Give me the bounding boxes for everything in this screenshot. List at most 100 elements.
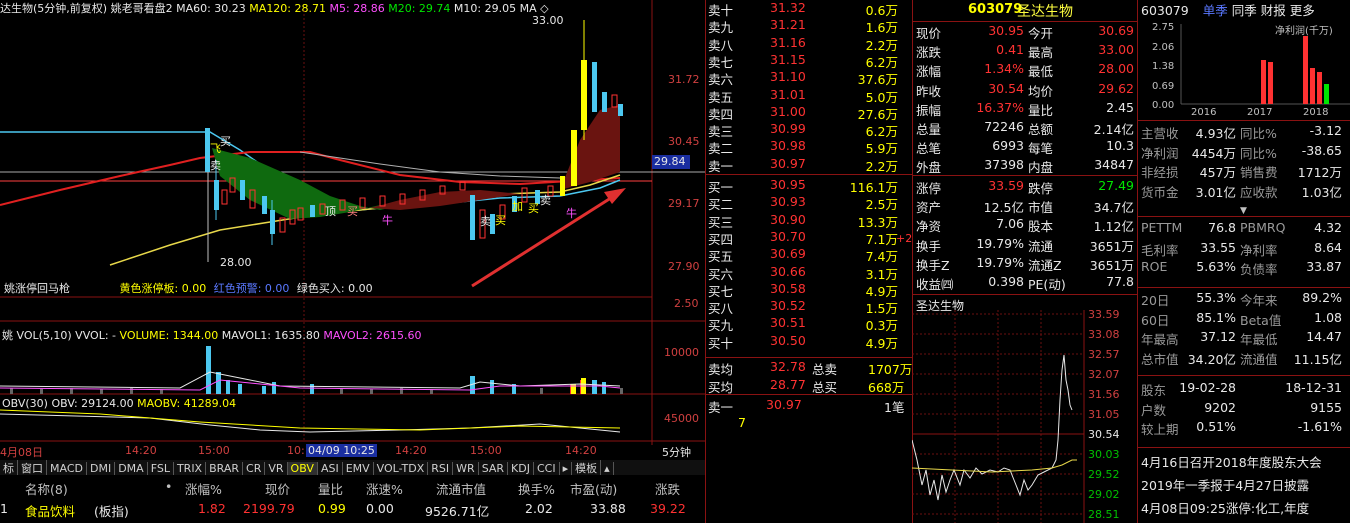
indicator-tab[interactable]: ▴ — [601, 462, 614, 475]
bid-row[interactable]: 买十 30.50 4.9万 — [708, 333, 908, 351]
finance-value: 8.64 — [1314, 239, 1342, 255]
indicator-tab[interactable]: ASI — [318, 462, 343, 475]
indicator-tab[interactable]: EMV — [343, 462, 374, 475]
bid-row[interactable]: 买三 30.90 13.3万 — [708, 212, 908, 230]
news-item[interactable]: 4月16日召开2018年度股东大会 — [1141, 452, 1350, 471]
indicator-tab[interactable]: TRIX — [174, 462, 207, 475]
indicator-tab[interactable]: ▸ — [560, 462, 573, 475]
news-item[interactable]: 2019年一季报于4月27日披露 — [1141, 475, 1350, 494]
col-header-price[interactable]: 现价 — [265, 479, 290, 498]
bid-row[interactable]: 买九 30.51 0.3万 — [708, 315, 908, 333]
indicator-tab[interactable]: VOL-TDX — [374, 462, 429, 475]
bid-row[interactable]: 买七 30.58 4.9万 — [708, 281, 908, 299]
indicator-tab[interactable]: DMA — [115, 462, 148, 475]
ask-row[interactable]: 卖二 30.98 5.9万 — [708, 138, 908, 157]
indicator-tab[interactable]: VR — [265, 462, 288, 475]
avg-summary: 卖均 32.78 总卖 1707万 买均 28.77 总买 668万 — [708, 359, 912, 395]
indicator-tab[interactable]: MACD — [47, 462, 87, 475]
indicator-tab[interactable]: WR — [453, 462, 479, 475]
indicator-tab[interactable]: OBV — [287, 462, 318, 475]
indicator-tab[interactable]: SAR — [479, 462, 509, 475]
quote-label: 资产 — [916, 200, 942, 216]
signal-label: 顶 — [325, 205, 336, 218]
finance-label: PBMRQ — [1240, 220, 1286, 235]
finance-value: 1.08 — [1314, 309, 1342, 325]
col-header-chg[interactable]: 涨跌 — [655, 479, 680, 498]
ask-volume: 37.6万 — [857, 72, 898, 88]
table-row[interactable]: 1 食品饮料 (板指) 1.82 2199.79 0.99 0.00 9526.… — [0, 501, 705, 519]
ask-row[interactable]: 卖一 30.97 2.2万 — [708, 156, 908, 174]
ask-row[interactable]: 卖六 31.10 37.6万 — [708, 69, 908, 88]
indicator-tab[interactable]: 模板 — [572, 460, 602, 475]
indicator-tab[interactable]: 标 — [0, 460, 18, 475]
indicator-tab[interactable]: 窗口 — [18, 460, 47, 475]
indicator-tab[interactable]: FSL — [148, 462, 174, 475]
ask-row[interactable]: 卖五 31.01 5.0万 — [708, 87, 908, 105]
year-label: 2018 — [1303, 107, 1329, 118]
indicator-tab[interactable]: BRAR — [206, 462, 244, 475]
tick-row: 卖一 30.97 1笔 7 — [708, 397, 912, 433]
ask-level-label: 卖八 — [708, 37, 734, 53]
sector-table: 名称(8) • 涨幅% 现价 量比 涨速% 流通市值 换手% 市盈(动) 涨跌 … — [0, 477, 705, 523]
year-label: 2017 — [1247, 107, 1273, 118]
kline-svg[interactable] — [0, 0, 705, 460]
finance-label: 同比% — [1240, 126, 1277, 141]
indicator-tab[interactable]: CCI — [534, 462, 560, 475]
price-tick: 27.90 — [668, 260, 700, 273]
total-bid-label: 总买 — [812, 380, 838, 395]
quote-row: 净资 7.06 股本 1.12亿 — [916, 216, 1136, 235]
finance-value: 89.2% — [1302, 290, 1342, 305]
kline-panel[interactable]: 达生物(5分钟,前复权) 姚老哥看盘2 MA60: 30.23 MA120: 2… — [0, 0, 705, 460]
expand-icon[interactable]: ▼ — [1240, 206, 1247, 216]
quote-label: 总笔 — [916, 141, 942, 157]
bid-row[interactable]: 买二 30.93 2.5万 — [708, 194, 908, 212]
finance-label: 较上期 — [1141, 422, 1179, 437]
finance-value: -1.61% — [1297, 419, 1342, 434]
quote-value: 16.37% — [976, 99, 1024, 115]
finance-value: 33.55 — [1200, 239, 1236, 255]
finance-axis-tick: 0.00 — [1152, 100, 1175, 111]
quote-label: 每笔 — [1028, 141, 1054, 157]
bid-row[interactable]: 买五 30.69 7.4万 — [708, 246, 908, 264]
col-header-name[interactable]: 名称(8) — [25, 479, 68, 498]
row-chg-pct: 1.82 — [198, 501, 226, 516]
col-header-turnover[interactable]: 换手% — [518, 479, 555, 498]
col-header-mcap[interactable]: 流通市值 — [436, 479, 486, 498]
col-header-vol-ratio[interactable]: 量比 — [318, 479, 343, 498]
col-header-speed[interactable]: 涨速% — [366, 479, 403, 498]
col-header-pe[interactable]: 市盈(动) — [570, 479, 617, 498]
bid-price: 30.70 — [770, 228, 806, 244]
indicator-tab[interactable]: KDJ — [508, 462, 534, 475]
ask-row[interactable]: 卖七 31.15 6.2万 — [708, 52, 908, 70]
time-tick: 14:20 — [395, 444, 427, 457]
tick-count: 1笔 — [884, 400, 905, 415]
indicator-tab[interactable]: CR — [243, 462, 266, 475]
finance-value: 5.63% — [1196, 259, 1236, 274]
ask-row[interactable]: 卖九 31.21 1.6万 — [708, 17, 908, 35]
indicator-tab[interactable]: DMI — [87, 462, 116, 475]
bid-row[interactable]: 买八 30.52 1.5万 — [708, 298, 908, 316]
period-label[interactable]: 5分钟 — [662, 444, 691, 460]
ask-row[interactable]: 卖三 30.99 6.2万 — [708, 121, 908, 139]
ask-row[interactable]: 卖十 31.32 0.6万 — [708, 0, 908, 18]
mini-axis-tick: 32.07 — [1088, 368, 1120, 381]
finance-value: 457万 — [1199, 165, 1236, 180]
bid-row[interactable]: 买一 30.95 116.1万 — [708, 177, 908, 195]
bid-row[interactable]: 买六 30.66 3.1万 — [708, 264, 908, 282]
ask-row[interactable]: 卖四 31.00 27.6万 — [708, 104, 908, 122]
quote-value: 33.00 — [1098, 42, 1134, 58]
divider — [1137, 447, 1350, 448]
quote-label: 净资 — [916, 219, 942, 235]
bid-row[interactable]: 买四 30.70 7.1万 — [708, 228, 908, 247]
news-item[interactable]: 4月08日09:25涨停:化工,年度 — [1141, 498, 1350, 517]
quote-row: 外盘 37398 内盘 34847 — [916, 157, 1136, 176]
quote-label: 最高 — [1028, 45, 1054, 61]
ask-level-label: 卖二 — [708, 141, 734, 157]
finance-axis-tick: 2.75 — [1152, 22, 1175, 33]
finance-value: 1712万 — [1297, 165, 1342, 180]
finance-label: Beta值 — [1240, 312, 1282, 328]
col-header-chg-pct[interactable]: 涨幅% — [185, 479, 222, 498]
indicator-tab[interactable]: RSI — [428, 462, 454, 475]
quote-label: 换手 — [916, 238, 942, 254]
ask-row[interactable]: 卖八 31.16 2.2万 — [708, 35, 908, 53]
